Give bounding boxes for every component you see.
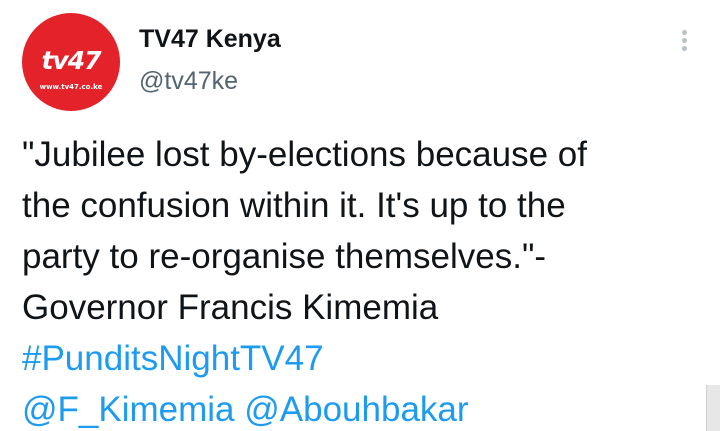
display-name[interactable]: TV47 Kenya xyxy=(139,24,281,54)
tweet-text-line: party to re-organise themselves."- xyxy=(22,237,547,276)
avatar-website-text: www.tv47.co.ke xyxy=(39,83,103,91)
hashtag-link[interactable]: #PunditsNightTV47 xyxy=(22,339,324,378)
mention-link-abouhbakar[interactable]: @Abouhbakar xyxy=(244,390,468,429)
more-options-button[interactable] xyxy=(672,24,696,56)
tweet-text-line: Governor Francis Kimemia xyxy=(22,288,439,327)
scrollbar[interactable] xyxy=(706,385,720,431)
tweet-text-line: "Jubilee lost by-elections because of xyxy=(22,135,587,174)
mention-link-kimemia[interactable]: @F_Kimemia xyxy=(22,390,235,429)
tweet-text-line: the confusion within it. It's up to the xyxy=(22,186,566,225)
tv47-logo: tv47 xyxy=(41,46,101,75)
tweet-text: "Jubilee lost by-elections because of th… xyxy=(22,129,702,431)
account-handle[interactable]: @tv47ke xyxy=(139,66,238,96)
avatar[interactable]: tv47 www.tv47.co.ke xyxy=(22,13,120,111)
